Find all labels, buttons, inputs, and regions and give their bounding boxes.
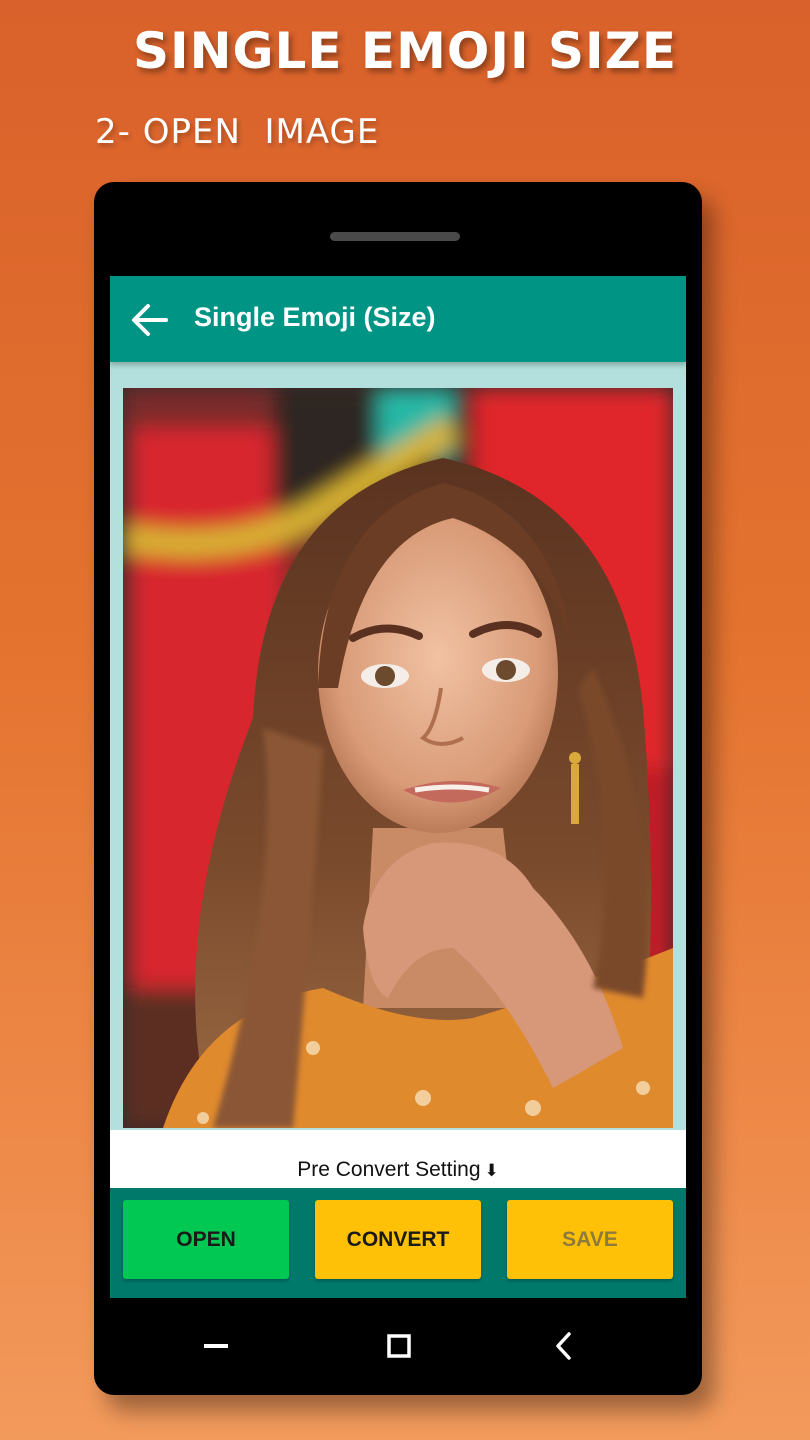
pre-convert-setting-toggle[interactable]: Pre Convert Setting ⬇	[123, 1152, 673, 1188]
arrow-left-icon[interactable]	[128, 298, 172, 342]
promo-step-label: 2- OPEN IMAGE	[95, 112, 380, 152]
square-home-icon[interactable]	[381, 1328, 417, 1364]
action-button-panel: OPEN CONVERT SAVE	[110, 1188, 686, 1298]
app-bar: Single Emoji (Size)	[110, 276, 686, 362]
portrait-photo-illustration	[123, 388, 673, 1128]
system-navigation-bar	[94, 1298, 702, 1395]
save-button[interactable]: SAVE	[507, 1200, 673, 1279]
promo-headline: SINGLE EMOJI SIZE	[133, 22, 677, 80]
loaded-photo[interactable]	[123, 388, 673, 1128]
convert-button[interactable]: CONVERT	[315, 1200, 481, 1279]
chevron-left-icon[interactable]	[546, 1328, 582, 1364]
pre-convert-setting-label: Pre Convert Setting	[297, 1158, 481, 1181]
phone-speaker	[330, 232, 460, 241]
menu-bar-icon[interactable]	[198, 1328, 234, 1364]
arrow-down-icon: ⬇	[484, 1161, 499, 1180]
image-area	[110, 362, 686, 1130]
phone-frame: Single Emoji (Size) Pre Convert Setting …	[94, 182, 702, 1395]
app-title: Single Emoji (Size)	[194, 302, 436, 332]
open-button[interactable]: OPEN	[123, 1200, 289, 1279]
app-screen: Single Emoji (Size) Pre Convert Setting …	[110, 276, 686, 1298]
